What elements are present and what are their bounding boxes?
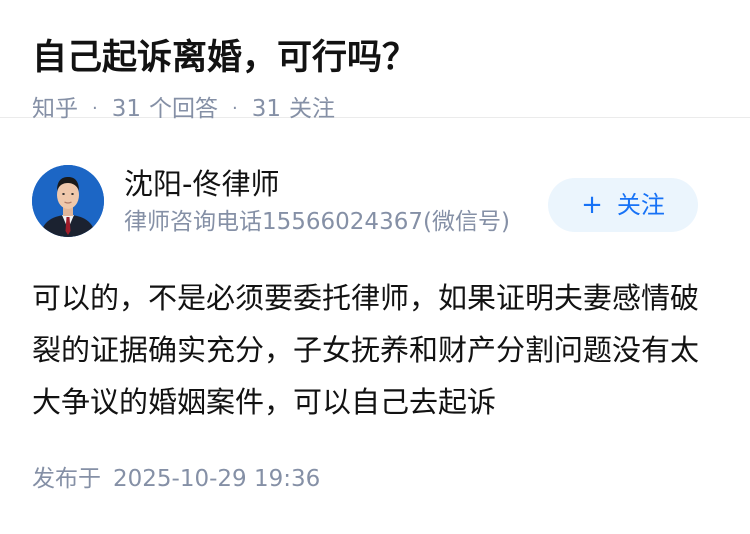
author-headline: 律师咨询电话15566024367(微信号) [124,209,510,235]
question-title[interactable]: 自己起诉离婚，可行吗？ [32,34,718,82]
avatar[interactable] [32,165,104,237]
question-header: 自己起诉离婚，可行吗？ 知乎 · 31 个回答 · 31 关注 [0,0,750,122]
answer-count: 31 [111,96,142,122]
follower-count: 31 [251,96,282,122]
follower-count-label: 关注 [289,96,336,122]
source-label[interactable]: 知乎 [32,94,78,124]
lawyer-portrait-icon [32,165,104,237]
author-name[interactable]: 沈阳-佟律师 [124,165,510,203]
question-meta: 知乎 · 31 个回答 · 31 关注 [32,94,718,124]
separator-dot: · [92,98,98,119]
publish-time: 发布于 2025-10-29 19:36 [32,464,718,494]
author-row: 沈阳-佟律师 律师咨询电话15566024367(微信号) + 关注 [32,152,718,250]
answer-count-label: 个回答 [149,96,219,122]
author-info: 沈阳-佟律师 律师咨询电话15566024367(微信号) [124,165,510,237]
plus-icon: + [581,190,603,220]
follow-button-label: 关注 [616,191,665,219]
publish-time-label: 发布于 [32,466,101,492]
answer-card: 沈阳-佟律师 律师咨询电话15566024367(微信号) + 关注 可以的，不是… [0,152,750,494]
separator-dot: · [232,98,238,119]
follow-button[interactable]: + 关注 [548,178,698,232]
zhihu-answer-page: 自己起诉离婚，可行吗？ 知乎 · 31 个回答 · 31 关注 沈阳-佟律师 律… [0,0,750,534]
answer-content: 可以的，不是必须要委托律师，如果证明夫妻感情破裂的证据确实充分，子女抚养和财产分… [32,281,700,419]
publish-time-value: 2025-10-29 19:36 [113,466,321,492]
